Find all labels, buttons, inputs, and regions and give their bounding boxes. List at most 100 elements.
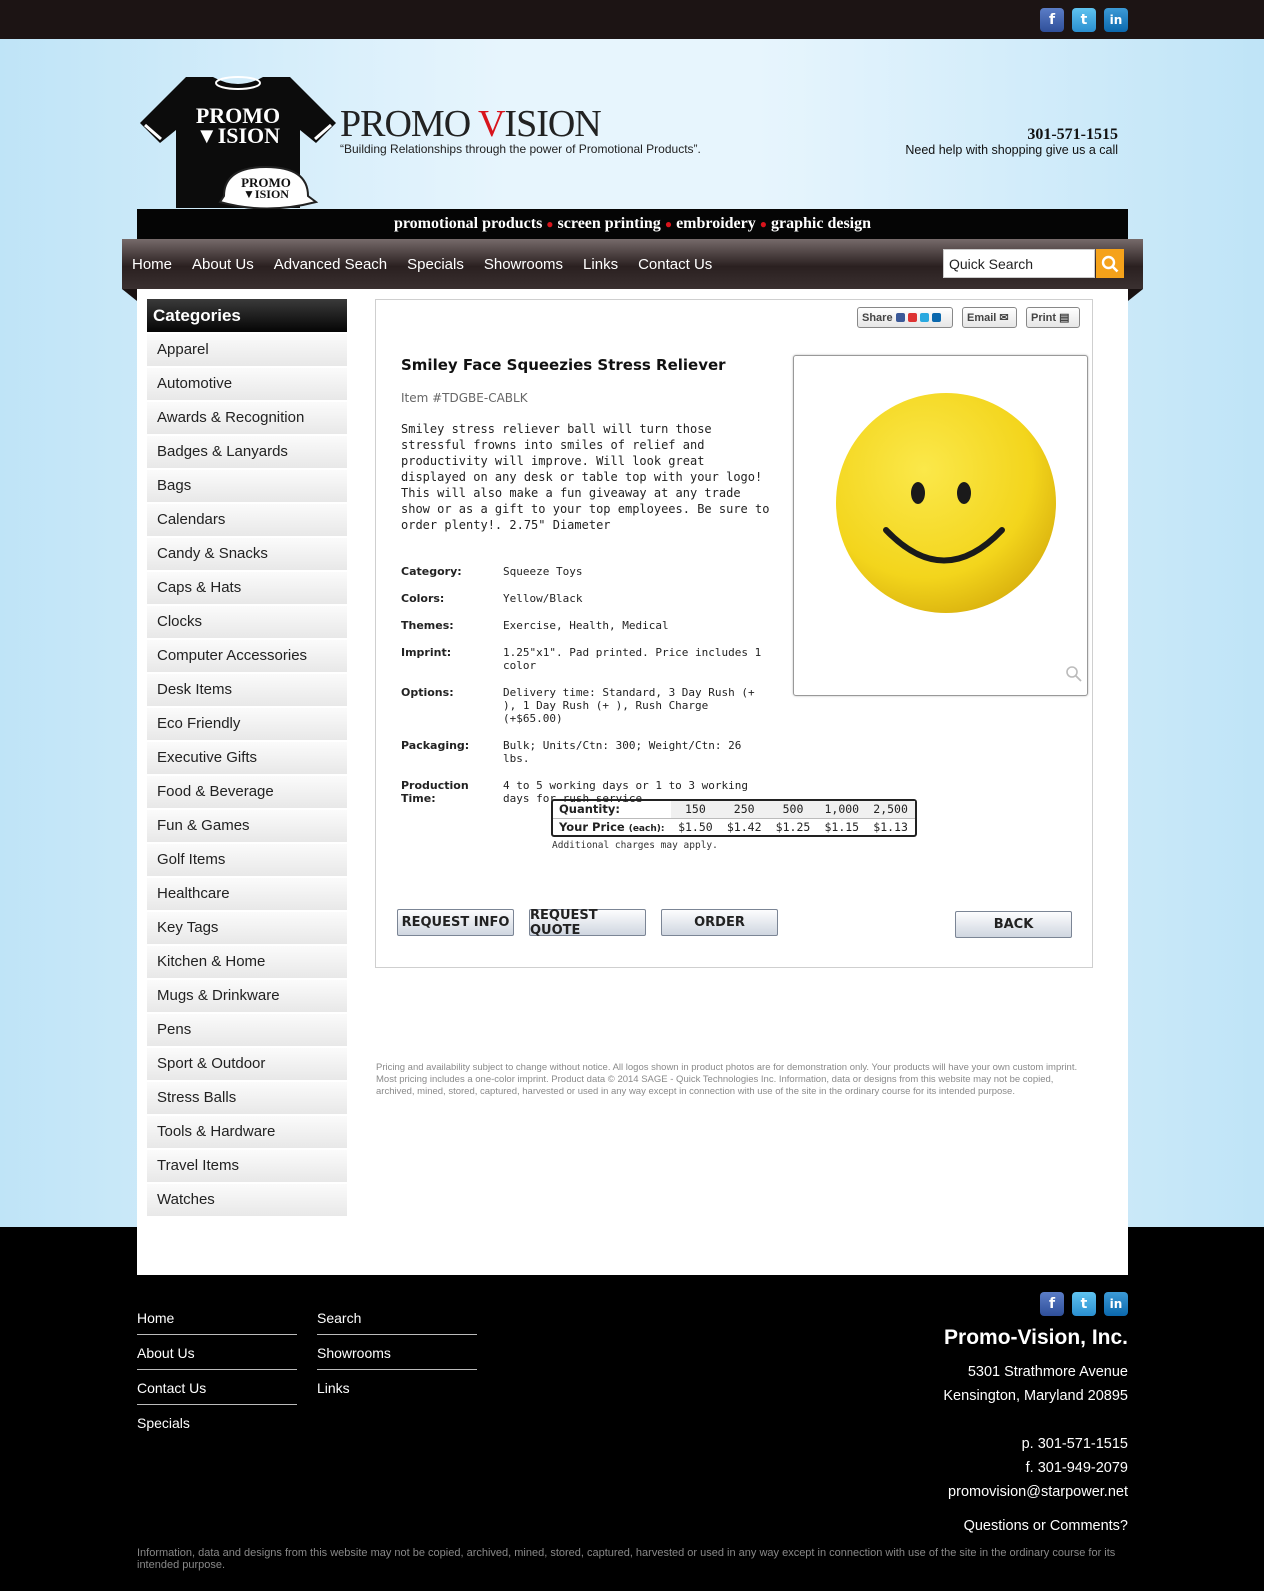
category-item[interactable]: Stress Balls	[147, 1082, 347, 1114]
quick-search-input[interactable]	[943, 249, 1095, 278]
quantity-cell: 250	[719, 801, 769, 819]
category-item[interactable]: Candy & Snacks	[147, 538, 347, 570]
quantity-label: Quantity:	[553, 801, 671, 819]
bullet-icon: ●	[759, 216, 767, 231]
order-button[interactable]: ORDER	[661, 909, 778, 936]
email-icon: ✉	[999, 312, 1009, 324]
category-item[interactable]: Badges & Lanyards	[147, 436, 347, 468]
facebook-icon	[895, 313, 905, 322]
footer-phone: p. 301-571-1515	[1021, 1436, 1128, 1452]
category-item[interactable]: Desk Items	[147, 674, 347, 706]
nav-fold-right	[1128, 289, 1143, 301]
price-label: Your Price (each):	[559, 819, 665, 834]
smiley-ball-image	[836, 393, 1082, 682]
twitter-icon[interactable]: t	[1072, 8, 1096, 32]
category-item[interactable]: Computer Accessories	[147, 640, 347, 672]
request-info-button[interactable]: REQUEST INFO	[397, 909, 514, 936]
linkedin-icon	[931, 313, 941, 322]
category-item[interactable]: Kitchen & Home	[147, 946, 347, 978]
brand-wordmark[interactable]: PROMO VISION	[340, 102, 602, 146]
price-cell: $1.42	[726, 819, 762, 834]
price-cell: $1.50	[678, 819, 713, 834]
footer-divider	[317, 1334, 477, 1335]
footer-email-link[interactable]: promovision@starpower.net	[948, 1484, 1128, 1500]
facebook-icon[interactable]: f	[1040, 8, 1064, 32]
spec-label: Imprint:	[401, 646, 452, 659]
print-button[interactable]: Print ▤	[1026, 307, 1080, 328]
share-label: Share	[862, 311, 893, 324]
footer-link-specials[interactable]: Specials	[137, 1415, 190, 1431]
tshirt-logo[interactable]: PROMO ▼ISION PROMO ▼ISION	[138, 75, 338, 210]
spec-value: Delivery time: Standard, 3 Day Rush (+ )…	[503, 686, 755, 725]
category-item[interactable]: Awards & Recognition	[147, 402, 347, 434]
spec-label: Colors:	[401, 592, 445, 605]
bullet-icon: ●	[546, 216, 554, 231]
email-button[interactable]: Email ✉	[962, 307, 1017, 328]
category-item[interactable]: Tools & Hardware	[147, 1116, 347, 1148]
additional-charges-note: Additional charges may apply.	[552, 840, 718, 851]
footer-link-about-us[interactable]: About Us	[137, 1345, 195, 1361]
spec-row: Colors: Yellow/Black	[401, 592, 771, 605]
nav-contact-us[interactable]: Contact Us	[638, 256, 712, 273]
footer-link-links[interactable]: Links	[317, 1380, 350, 1396]
print-label: Print	[1031, 311, 1057, 324]
category-item[interactable]: Healthcare	[147, 878, 347, 910]
footer-divider	[137, 1404, 297, 1405]
search-icon	[1101, 255, 1119, 272]
footer-link-home[interactable]: Home	[137, 1310, 174, 1326]
twitter-icon	[919, 313, 929, 322]
twitter-icon[interactable]: t	[1072, 1292, 1096, 1316]
nav-advanced-search[interactable]: Advanced Seach	[274, 256, 387, 273]
facebook-icon[interactable]: f	[1040, 1292, 1064, 1316]
category-item[interactable]: Fun & Games	[147, 810, 347, 842]
nav-specials[interactable]: Specials	[407, 256, 464, 273]
category-item[interactable]: Executive Gifts	[147, 742, 347, 774]
category-item[interactable]: Bags	[147, 470, 347, 502]
spec-value: Squeeze Toys	[503, 565, 583, 578]
request-quote-button[interactable]: REQUEST QUOTE	[529, 908, 646, 938]
category-item[interactable]: Food & Beverage	[147, 776, 347, 808]
nav-showrooms[interactable]: Showrooms	[484, 256, 563, 273]
nav-fold-left	[122, 289, 137, 301]
category-item[interactable]: Watches	[147, 1184, 347, 1216]
share-button[interactable]: Share	[857, 307, 953, 328]
footer-link-search[interactable]: Search	[317, 1310, 361, 1326]
category-item[interactable]: Automotive	[147, 368, 347, 400]
nav-about-us[interactable]: About Us	[192, 256, 254, 273]
footer-social-links: f t in	[1040, 1292, 1128, 1316]
product-image[interactable]	[793, 355, 1088, 696]
spec-value: 1.25"x1". Pad printed. Price includes 1 …	[503, 646, 762, 672]
footer-questions-link[interactable]: Questions or Comments?	[964, 1518, 1128, 1534]
footer-link-showrooms[interactable]: Showrooms	[317, 1345, 391, 1361]
nav-links[interactable]: Links	[583, 256, 618, 273]
category-item[interactable]: Sport & Outdoor	[147, 1048, 347, 1080]
category-item[interactable]: Golf Items	[147, 844, 347, 876]
linkedin-icon[interactable]: in	[1104, 8, 1128, 32]
search-button[interactable]	[1096, 249, 1124, 278]
category-item[interactable]: Clocks	[147, 606, 347, 638]
quantity-cell: 2,500	[866, 801, 915, 819]
linkedin-icon[interactable]: in	[1104, 1292, 1128, 1316]
category-item[interactable]: Caps & Hats	[147, 572, 347, 604]
category-item[interactable]: Calendars	[147, 504, 347, 536]
back-button[interactable]: BACK	[955, 911, 1072, 938]
spec-row: Category: Squeeze Toys	[401, 565, 771, 578]
spec-label: Production Time:	[401, 779, 469, 805]
category-item[interactable]: Key Tags	[147, 912, 347, 944]
category-item[interactable]: Travel Items	[147, 1150, 347, 1182]
product-title: Smiley Face Squeezies Stress Reliever	[401, 356, 726, 374]
spec-label: Themes:	[401, 619, 454, 632]
footer-link-contact-us[interactable]: Contact Us	[137, 1380, 206, 1396]
printer-icon: ▤	[1059, 312, 1070, 324]
footer-copyright: Information, data and designs from this …	[137, 1547, 1116, 1571]
quantity-cell: 1,000	[817, 801, 867, 819]
category-item[interactable]: Mugs & Drinkware	[147, 980, 347, 1012]
spec-label: Packaging:	[401, 739, 470, 752]
email-label: Email	[967, 311, 997, 324]
category-item[interactable]: Apparel	[147, 334, 347, 366]
category-item[interactable]: Pens	[147, 1014, 347, 1046]
category-item[interactable]: Eco Friendly	[147, 708, 347, 740]
nav-home[interactable]: Home	[132, 256, 172, 273]
spec-label: Options:	[401, 686, 454, 699]
header-help-text: Need help with shopping give us a call	[905, 143, 1118, 157]
